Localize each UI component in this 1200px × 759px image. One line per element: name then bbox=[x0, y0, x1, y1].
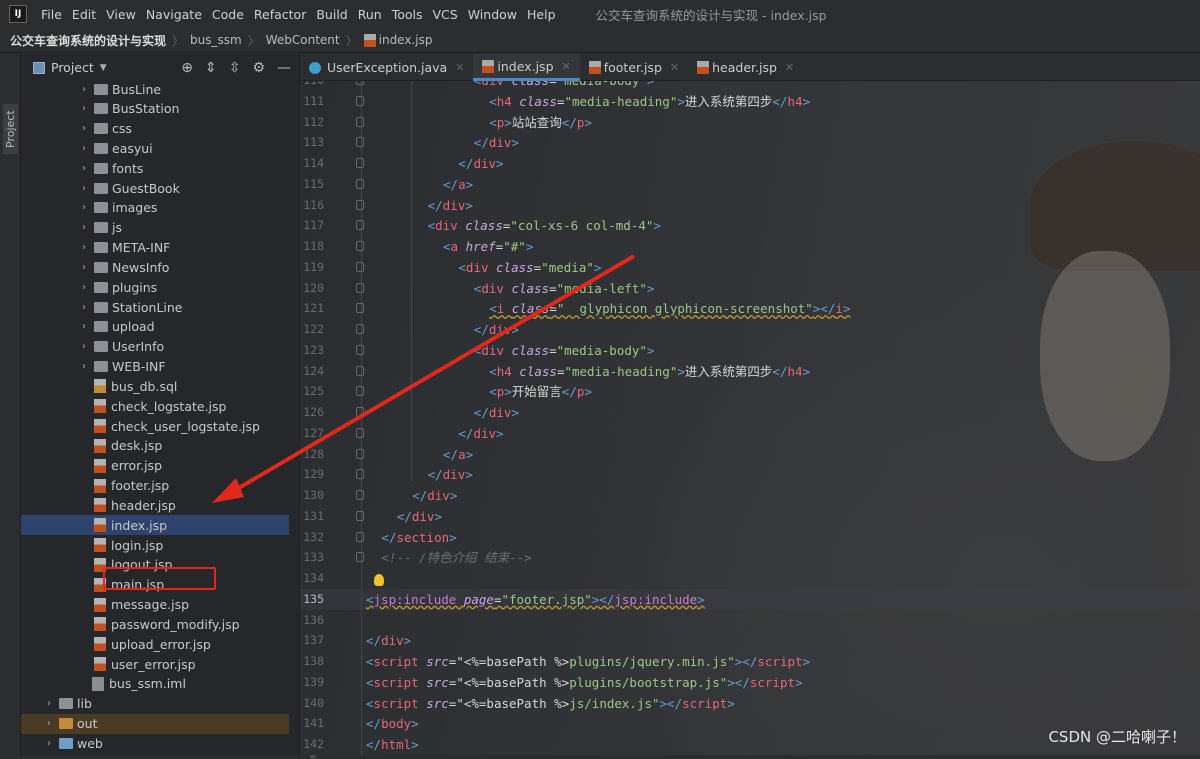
arrow-head bbox=[212, 478, 244, 503]
red-arrow-annotation bbox=[212, 254, 636, 503]
arrow-shaft bbox=[230, 254, 636, 494]
watermark: CSDN @二哈喇子！ bbox=[1048, 728, 1186, 746]
